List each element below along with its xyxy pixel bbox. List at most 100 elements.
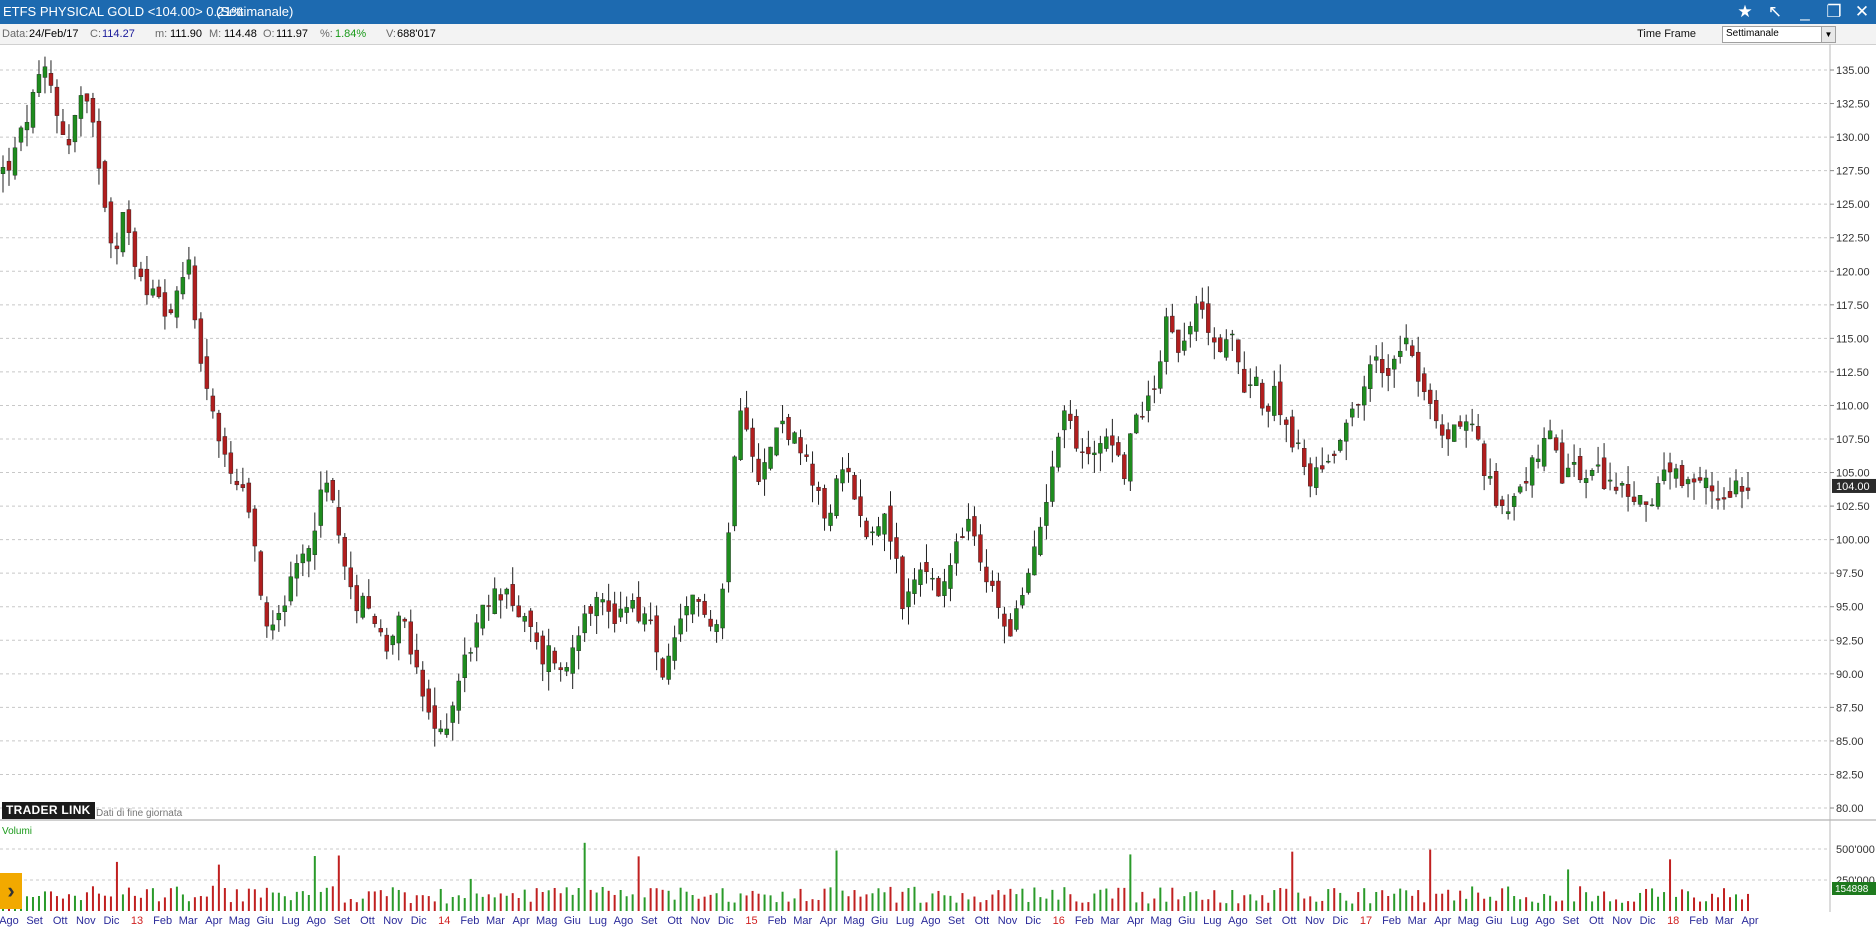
y-tick-label: 87.50 [1836,702,1864,714]
candle-body [666,655,671,680]
volume-bar [1699,901,1702,911]
candle-body [324,482,330,493]
volume-bar [1201,899,1204,911]
candle-body [1643,501,1649,505]
candle-body [534,632,539,642]
volume-bar [1261,895,1264,911]
volume-bar [511,893,514,911]
price-chart[interactable]: 135.00 132.50 130.00 127.50 125.00 122.50 120.… [0,0,1876,928]
volume-bar [85,892,88,911]
volume-bar [919,902,922,911]
volume-bar [661,889,664,911]
volume-bar [505,895,508,911]
volume-bar [859,896,862,911]
volume-bar [121,894,124,911]
candle-body [936,577,941,597]
y-tick-label: 112.50 [1836,367,1869,379]
candle-body [384,634,389,652]
candle-body [1356,404,1361,406]
volume-bar [187,901,190,911]
volume-bar [595,892,598,911]
x-tick-label: Mag [843,915,864,927]
candle-body [300,553,306,564]
volume-bar [457,895,460,911]
volume-bar [1567,869,1570,911]
volume-bar [733,902,736,911]
candle-body [600,599,605,603]
last-volume-label: 154898 [1835,884,1869,895]
candle-body [1469,423,1475,426]
candle-body [594,597,599,617]
candle-body [606,600,611,612]
candle-body [1266,405,1271,412]
volume-bar [1333,888,1336,911]
candle-body [1655,482,1661,507]
volume-bar [133,895,136,911]
x-tick-label: Feb [460,915,479,927]
candle-body [1397,350,1403,357]
x-tick-label: 14 [438,915,450,927]
volume-bar [823,888,826,911]
candle-body [522,616,527,622]
volume-bar [25,896,28,911]
volume-bar [49,891,52,911]
volume-bar [463,898,466,911]
candle-body [1487,476,1493,479]
x-tick-label: Mag [1458,915,1479,927]
volume-bar [937,890,940,911]
candle-body [504,588,509,595]
volume-bar [43,891,46,911]
candle-body [426,688,431,713]
volume-bar [643,897,646,911]
candle-body [690,594,695,615]
candle-body [720,588,725,629]
volume-bar [97,893,100,911]
x-tick-label: Ago [614,915,634,927]
candle-body [798,437,803,454]
volume-bar [691,895,694,911]
volume-bar [1519,899,1522,911]
candle-body [1445,429,1451,440]
x-tick-label: Ott [360,915,375,927]
volume-bar [31,897,34,911]
candle-body [18,127,24,143]
volume-bar [1717,897,1720,911]
chevron-right-icon[interactable]: › [0,873,22,909]
candle-body [1308,463,1313,487]
volume-bar [331,886,334,911]
candle-body [756,458,761,482]
volume-bar [685,891,688,911]
volume-bar [1249,894,1252,911]
candle-body [1511,495,1517,507]
volume-bar [895,902,898,911]
x-tick-label: Set [334,915,351,927]
candle-body [1433,400,1439,422]
volume-bar [1075,901,1078,911]
candle-body [624,607,629,613]
candle-body [1134,414,1139,434]
volume-bar [1735,894,1738,911]
candle-body [942,581,947,596]
volume-bar [1243,895,1246,911]
volume-bar [1729,897,1732,911]
y-tick-label: 80.00 [1836,803,1864,815]
candle-body [318,489,324,526]
volume-bar [355,902,358,911]
volume-bar [223,888,226,911]
volume-bar [37,895,40,911]
volume-bar [1039,897,1042,911]
candle-body [30,92,36,128]
candle-body [306,548,312,562]
volume-bar [763,894,766,911]
volume-bar [169,888,172,911]
candle-body [1200,301,1205,310]
x-tick-label: 15 [745,915,757,927]
candle-body [696,599,701,602]
candle-body [1044,502,1049,526]
candle-body [1421,373,1427,392]
candle-body [1547,430,1553,440]
volume-bar [1003,894,1006,911]
volume-bar [1675,896,1678,911]
candle-body [1613,486,1619,491]
candle-body [48,73,54,86]
